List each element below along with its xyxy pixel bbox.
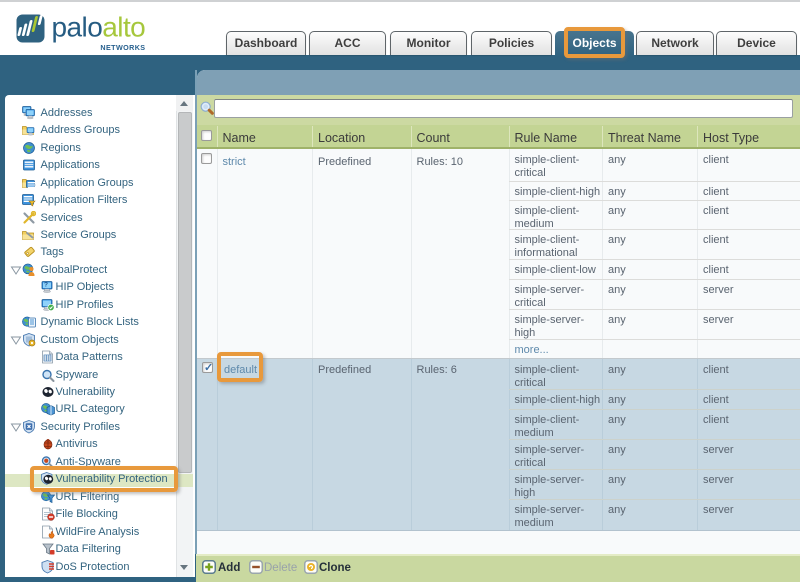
svg-text:NETWORKS: NETWORKS <box>100 43 145 52</box>
svg-text:?: ? <box>44 282 48 289</box>
svg-text:paloalto: paloalto <box>52 12 146 43</box>
